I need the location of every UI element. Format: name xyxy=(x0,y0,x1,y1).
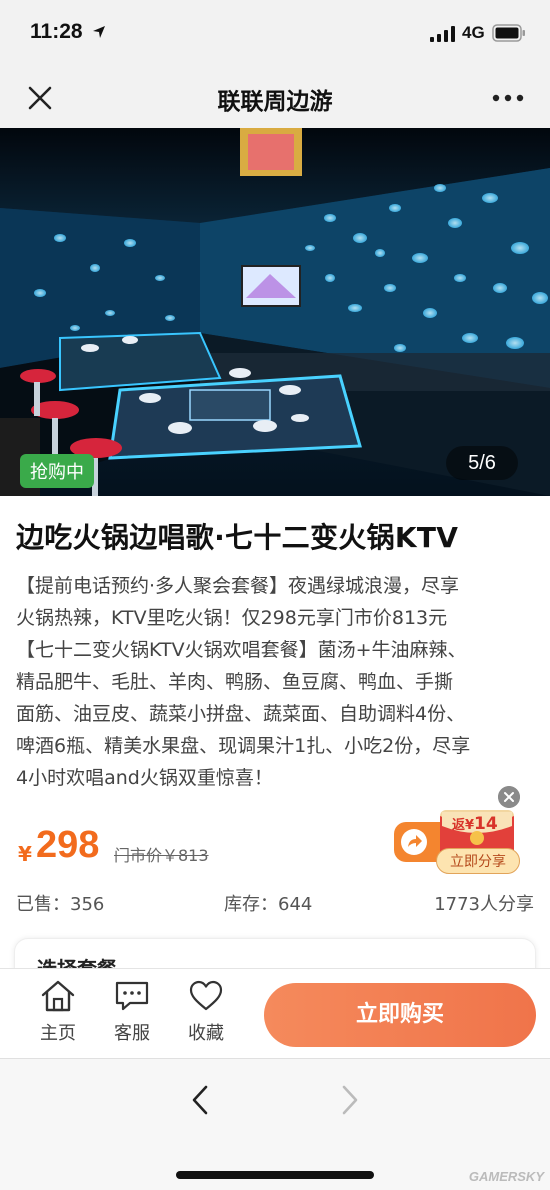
share-now-button[interactable]: 立即分享 xyxy=(436,848,520,874)
description-line: 面筋、油豆皮、蔬菜小拼盘、蔬菜面、自助调料4份、 xyxy=(16,703,466,725)
signal-icon xyxy=(430,26,455,42)
share-arrow-icon xyxy=(401,829,427,855)
status-badge: 抢购中 xyxy=(20,454,94,488)
product-description: 【提前电话预约·多人聚会套餐】夜遇绿城浪漫，尽享 火锅热辣，KTV里吃火锅！仅2… xyxy=(16,570,538,794)
location-arrow-icon xyxy=(93,26,105,38)
sold-count: 已售：356 xyxy=(16,894,105,915)
home-indicator xyxy=(176,1171,374,1179)
status-time: 11:28 xyxy=(30,20,83,43)
chat-icon xyxy=(115,981,149,1011)
back-arrow-icon[interactable] xyxy=(186,1083,216,1117)
hero-carousel[interactable]: 抢购中 5/6 xyxy=(0,128,550,496)
page: 11:28 4G 联联周边游 抢购中 5/6 边吃火锅边唱歌·七十二变火锅KTV… xyxy=(0,0,550,1190)
status-bar: 11:28 4G xyxy=(0,0,550,66)
red-packet-amount: 返¥14 xyxy=(452,814,498,834)
tab-label: 主页 xyxy=(40,1023,76,1044)
description-line: 4小时欢唱and火锅双重惊喜！ xyxy=(16,767,273,789)
stock-count: 库存：644 xyxy=(224,894,313,915)
currency-symbol: ¥ xyxy=(18,842,32,866)
tab-home[interactable]: 主页 xyxy=(28,979,88,1051)
close-icon[interactable] xyxy=(498,786,520,808)
home-icon xyxy=(41,980,75,1012)
tab-label: 客服 xyxy=(114,1023,150,1044)
heart-icon xyxy=(189,980,223,1011)
description-line: 啤酒6瓶、精美水果盘、现调果汁1扎、小吃2份，尽享 xyxy=(16,735,471,757)
price-row: ¥ 298 门市价￥813 xyxy=(16,822,376,872)
forward-arrow-icon[interactable] xyxy=(334,1083,364,1117)
description-line: 【七十二变火锅KTV火锅欢唱套餐】菌汤+牛油麻辣、 xyxy=(16,639,467,661)
browser-toolbar: GAMERSKY xyxy=(0,1058,550,1190)
share-count: 1773人分享 xyxy=(434,894,534,915)
nav-bar: 联联周边游 xyxy=(0,66,550,128)
product-info: 边吃火锅边唱歌·七十二变火锅KTV 【提前电话预约·多人聚会套餐】夜遇绿城浪漫，… xyxy=(0,496,550,998)
description-line: 【提前电话预约·多人聚会套餐】夜遇绿城浪漫，尽享 xyxy=(16,575,460,597)
tab-favorite[interactable]: 收藏 xyxy=(176,979,236,1051)
original-price: 门市价￥813 xyxy=(114,846,209,865)
price: 298 xyxy=(36,824,100,866)
tab-service[interactable]: 客服 xyxy=(102,979,162,1051)
buy-now-button[interactable]: 立即购买 xyxy=(264,983,536,1047)
sales-stats: 已售：356 库存：644 1773人分享 xyxy=(16,888,536,918)
tab-label: 收藏 xyxy=(188,1023,224,1044)
image-counter: 5/6 xyxy=(446,446,518,480)
battery-icon xyxy=(492,24,525,42)
description-line: 精品肥牛、毛肚、羊肉、鸭肠、鱼豆腐、鸭血、手撕 xyxy=(16,671,454,693)
network-type: 4G xyxy=(462,23,485,42)
product-title: 边吃火锅边唱歌·七十二变火锅KTV xyxy=(16,521,459,554)
hero-image xyxy=(0,128,550,496)
description-line: 火锅热辣，KTV里吃火锅！仅298元享门市价813元 xyxy=(16,607,448,629)
more-icon[interactable] xyxy=(490,86,526,110)
watermark: GAMERSKY xyxy=(468,1169,544,1184)
page-title: 联联周边游 xyxy=(217,89,333,115)
bottom-action-bar: 主页 客服 收藏 立即购买 xyxy=(0,968,550,1058)
